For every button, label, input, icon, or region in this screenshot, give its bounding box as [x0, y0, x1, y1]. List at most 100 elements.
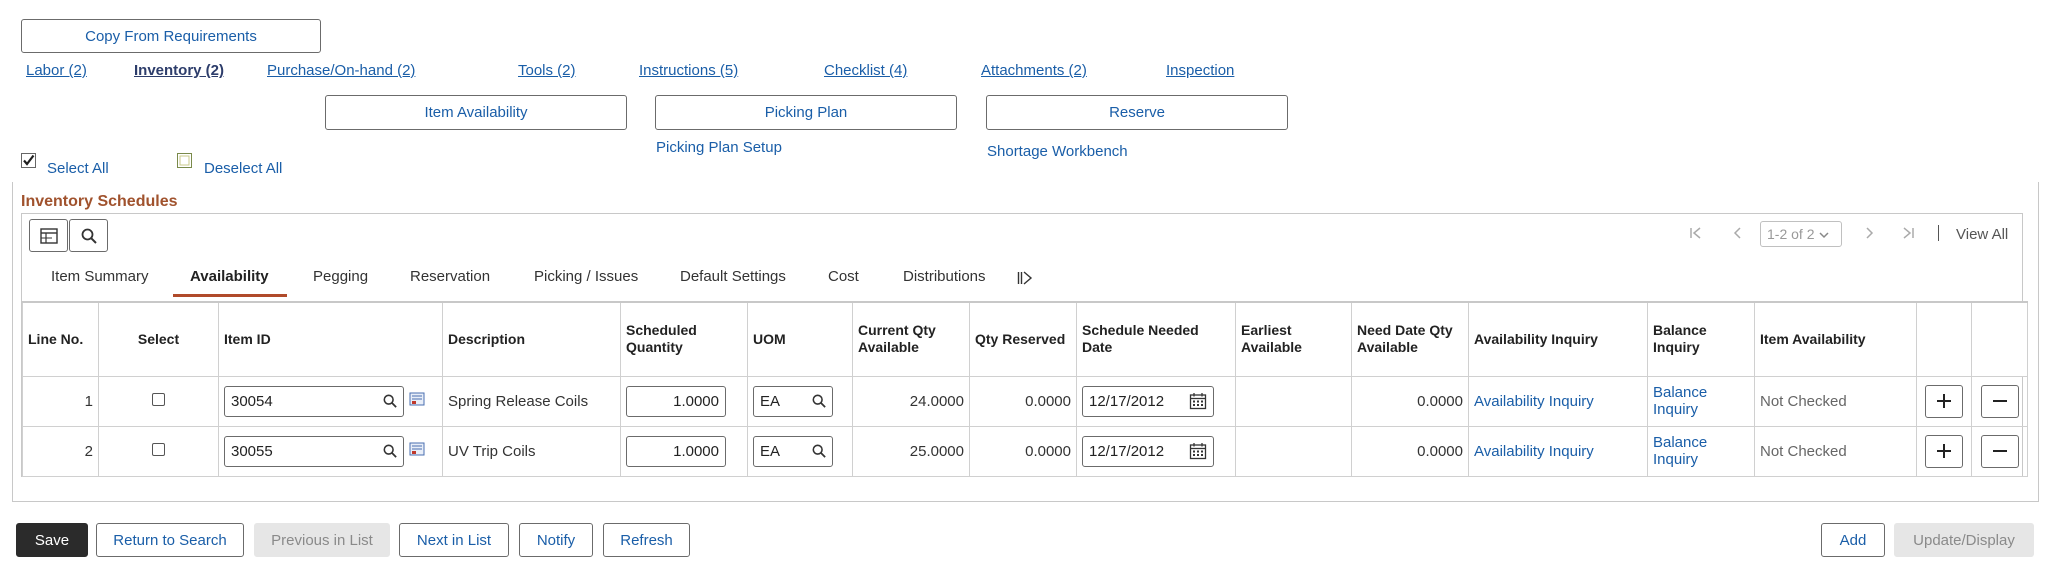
- needed-date-cell: 12/17/2012: [1076, 425, 1236, 477]
- scheduled-qty-cell: 1.0000: [620, 375, 748, 427]
- search-icon[interactable]: [812, 394, 826, 408]
- nav-link-attachments[interactable]: Attachments (2): [981, 62, 1087, 79]
- scheduled-qty-input[interactable]: 1.0000: [626, 435, 726, 467]
- tab-default-settings[interactable]: Default Settings: [680, 268, 786, 285]
- refresh-button[interactable]: Refresh: [603, 523, 690, 557]
- shortage-workbench-link[interactable]: Shortage Workbench: [987, 143, 1128, 160]
- availability-inquiry-link[interactable]: Availability Inquiry: [1474, 393, 1594, 410]
- item-detail-icon[interactable]: [409, 391, 425, 411]
- row-select-checkbox[interactable]: [152, 392, 165, 406]
- delete-row-cell: [1971, 425, 2028, 477]
- availability-inquiry-link[interactable]: Availability Inquiry: [1474, 443, 1594, 460]
- uom-cell: EA: [747, 375, 853, 427]
- search-icon[interactable]: [383, 444, 397, 458]
- item-id-input[interactable]: 30055: [224, 435, 404, 467]
- balance-inquiry-cell: Balance Inquiry: [1647, 375, 1755, 427]
- add-row-button[interactable]: [1925, 434, 1963, 468]
- current-qty-cell: 24.0000: [852, 375, 970, 427]
- nav-link-tools[interactable]: Tools (2): [518, 62, 576, 79]
- delete-row-button[interactable]: [1980, 384, 2019, 418]
- col-header-add: [1916, 301, 1972, 377]
- plus-icon: [1937, 394, 1951, 408]
- tab-reservation[interactable]: Reservation: [410, 268, 490, 285]
- deselect-all-link[interactable]: Deselect All: [204, 160, 282, 177]
- nav-link-inventory[interactable]: Inventory (2): [134, 62, 224, 79]
- reserve-button[interactable]: Reserve: [986, 95, 1288, 130]
- update-display-button[interactable]: Update/Display: [1894, 523, 2034, 557]
- description-cell: Spring Release Coils: [442, 375, 621, 427]
- col-header-balance-inquiry: Balance Inquiry: [1647, 301, 1755, 377]
- uom-cell: EA: [747, 425, 853, 477]
- next-page-icon[interactable]: [1862, 226, 1876, 244]
- col-header-schedule-needed-date: Schedule Needed Date: [1076, 301, 1236, 377]
- nav-link-checklist[interactable]: Checklist (4): [824, 62, 907, 79]
- search-icon: [81, 228, 97, 244]
- need-date-qty-cell: 0.0000: [1351, 425, 1469, 477]
- availability-inquiry-cell: Availability Inquiry: [1468, 375, 1648, 427]
- show-all-columns-icon[interactable]: [1017, 271, 1033, 289]
- add-row-cell: [1916, 425, 1972, 477]
- last-page-icon[interactable]: [1901, 226, 1915, 244]
- first-page-icon[interactable]: [1689, 226, 1703, 245]
- picking-plan-setup-link[interactable]: Picking Plan Setup: [656, 139, 782, 156]
- line-no-cell: 1: [22, 375, 99, 427]
- select-all-link[interactable]: Select All: [47, 160, 109, 177]
- calendar-icon[interactable]: [1189, 442, 1207, 460]
- previous-page-icon[interactable]: [1731, 226, 1745, 244]
- minus-icon: [1992, 400, 2007, 402]
- inventory-schedules-table: Line No. Select Item ID Description Sche…: [22, 301, 2028, 477]
- picking-plan-button[interactable]: Picking Plan: [655, 95, 957, 130]
- balance-inquiry-link[interactable]: Balance Inquiry: [1653, 434, 1707, 468]
- tab-availability[interactable]: Availability: [190, 268, 269, 285]
- save-button[interactable]: Save: [16, 523, 88, 557]
- needed-date-input[interactable]: 12/17/2012: [1082, 385, 1214, 417]
- delete-row-button[interactable]: [1980, 434, 2019, 468]
- search-icon[interactable]: [383, 394, 397, 408]
- uom-input[interactable]: EA: [753, 385, 833, 417]
- nav-link-inspection[interactable]: Inspection: [1166, 62, 1234, 79]
- description-cell: UV Trip Coils: [442, 425, 621, 477]
- needed-date-input[interactable]: 12/17/2012: [1082, 435, 1214, 467]
- need-date-qty-cell: 0.0000: [1351, 375, 1469, 427]
- item-availability-button[interactable]: Item Availability: [325, 95, 627, 130]
- nav-link-instructions[interactable]: Instructions (5): [639, 62, 738, 79]
- col-header-line-no: Line No.: [22, 301, 99, 377]
- item-id-value: 30054: [231, 392, 273, 410]
- copy-from-requirements-button[interactable]: Copy From Requirements: [21, 19, 321, 53]
- item-detail-icon[interactable]: [409, 441, 425, 461]
- previous-in-list-button[interactable]: Previous in List: [254, 523, 390, 557]
- qty-reserved-cell: 0.0000: [969, 425, 1077, 477]
- view-all-link[interactable]: View All: [1956, 226, 2008, 243]
- calendar-icon[interactable]: [1189, 392, 1207, 410]
- search-icon[interactable]: [812, 444, 826, 458]
- page-range-select[interactable]: 1-2 of 2: [1760, 221, 1842, 247]
- col-header-select: Select: [98, 301, 219, 377]
- deselect-all-box-icon[interactable]: [177, 153, 192, 172]
- tab-cost[interactable]: Cost: [828, 268, 859, 285]
- nav-link-labor[interactable]: Labor (2): [26, 62, 87, 79]
- return-to-search-button[interactable]: Return to Search: [96, 523, 244, 557]
- balance-inquiry-link[interactable]: Balance Inquiry: [1653, 384, 1707, 418]
- personalize-grid-button[interactable]: [29, 219, 68, 252]
- scheduled-qty-input[interactable]: 1.0000: [626, 385, 726, 417]
- tab-item-summary[interactable]: Item Summary: [51, 268, 149, 285]
- item-id-input[interactable]: 30054: [224, 385, 404, 417]
- notify-button[interactable]: Notify: [519, 523, 593, 557]
- chevron-down-icon: [1819, 226, 1830, 242]
- add-button[interactable]: Add: [1821, 523, 1885, 557]
- row-select-checkbox[interactable]: [152, 442, 165, 456]
- col-header-scheduled-quantity: Scheduled Quantity: [620, 301, 748, 377]
- uom-input[interactable]: EA: [753, 435, 833, 467]
- page-range-label: 1-2 of 2: [1767, 226, 1815, 242]
- find-in-grid-button[interactable]: [69, 219, 108, 252]
- next-in-list-button[interactable]: Next in List: [399, 523, 509, 557]
- nav-link-purchase-onhand[interactable]: Purchase/On-hand (2): [267, 62, 415, 79]
- add-row-button[interactable]: [1925, 384, 1963, 418]
- tab-pegging[interactable]: Pegging: [313, 268, 368, 285]
- tab-distributions[interactable]: Distributions: [903, 268, 986, 285]
- select-all-check-icon[interactable]: [21, 153, 36, 172]
- col-header-description: Description: [442, 301, 621, 377]
- table-row: 1 30054 Spring Release Coils 1.0000 EA 2…: [22, 375, 2028, 427]
- item-availability-cell: Not Checked: [1754, 375, 1917, 427]
- tab-picking-issues[interactable]: Picking / Issues: [534, 268, 638, 285]
